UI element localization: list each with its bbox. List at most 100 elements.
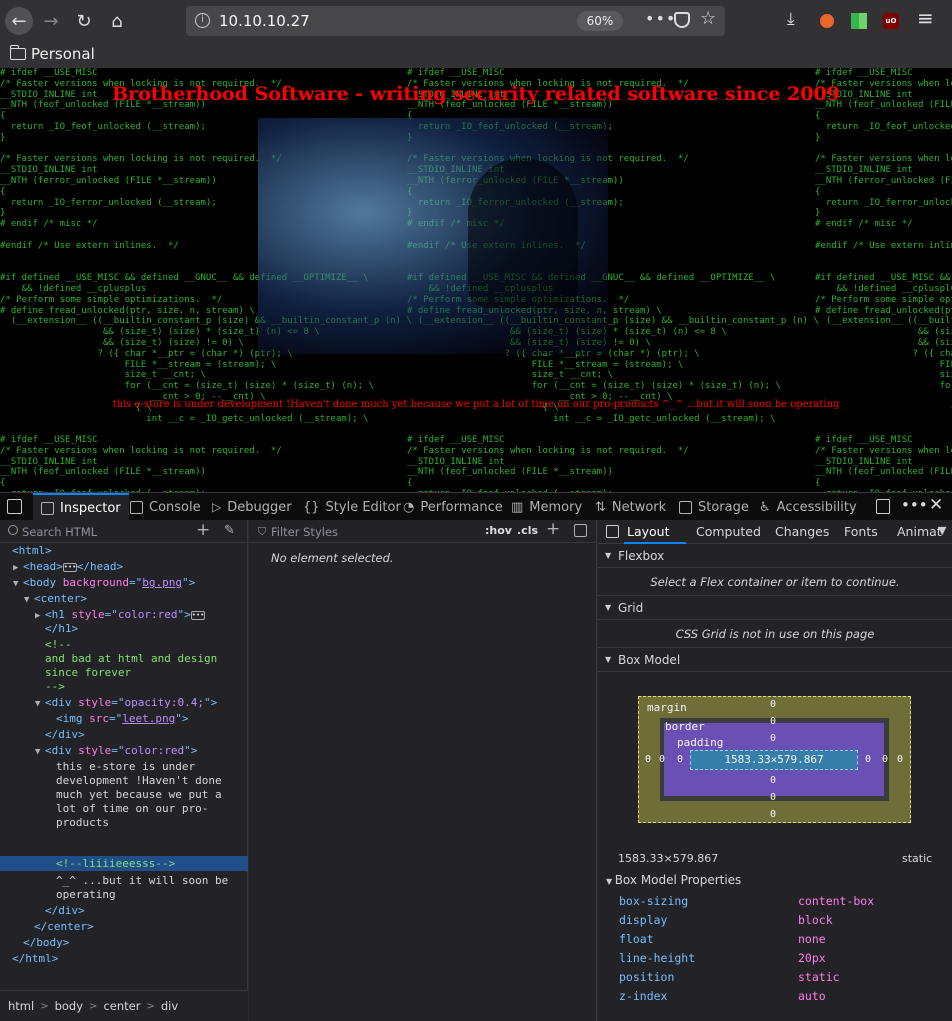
tab-network[interactable]: ⇅ Network bbox=[595, 493, 666, 521]
tree-node-div-close[interactable]: </div> bbox=[45, 904, 85, 918]
tree-node-comment[interactable]: <!-- bbox=[45, 638, 72, 652]
box-model-content[interactable]: 1583.33×579.867 bbox=[690, 750, 858, 770]
tree-node-body[interactable]: <body background="bg.png"> bbox=[23, 576, 195, 590]
download-icon[interactable]: ⤓ bbox=[787, 9, 795, 29]
foxyproxy-extension-icon[interactable] bbox=[820, 14, 834, 28]
add-rule-icon[interactable]: + bbox=[546, 519, 560, 539]
home-icon: ⌂ bbox=[111, 10, 123, 32]
page-heading: Brotherhood Software - writing security … bbox=[112, 83, 840, 105]
padding-left-value[interactable]: 0 bbox=[674, 754, 686, 765]
border-right-value[interactable]: 0 bbox=[879, 754, 891, 765]
split-panel-icon[interactable] bbox=[606, 525, 619, 538]
ublock-extension-icon[interactable]: uO bbox=[883, 13, 899, 29]
border-top-value[interactable]: 0 bbox=[767, 716, 779, 727]
sidebar-tabs: Layout Computed Changes Fonts Animat ▼ bbox=[598, 520, 952, 544]
tree-node-h1[interactable]: <h1 style="color:red">••• bbox=[45, 608, 205, 622]
cls-button[interactable]: .cls bbox=[517, 524, 538, 537]
collapse-arrow-icon[interactable]: ▼ bbox=[13, 577, 18, 591]
console-icon bbox=[130, 500, 143, 514]
tab-debugger[interactable]: ▷ Debugger bbox=[212, 493, 292, 521]
tab-computed[interactable]: Computed bbox=[696, 524, 761, 539]
expand-arrow-icon[interactable]: ▶ bbox=[13, 561, 18, 575]
collapsed-content-icon[interactable]: ••• bbox=[62, 562, 77, 572]
tree-node-text-line: lot of time on our pro- bbox=[56, 802, 209, 815]
hamburger-menu-icon[interactable]: ≡ bbox=[917, 6, 934, 30]
tree-node-div-opacity[interactable]: <div style="opacity:0.4;"> bbox=[45, 696, 217, 710]
reload-button[interactable]: ↻ bbox=[70, 7, 98, 35]
tree-node-text[interactable]: ^_^ ...but it will soon be bbox=[56, 874, 228, 888]
box-model-section-header[interactable]: Box Model bbox=[598, 648, 952, 672]
url-text[interactable]: 10.10.10.27 bbox=[219, 12, 310, 30]
tab-animations[interactable]: Animat bbox=[897, 524, 942, 539]
search-icon bbox=[8, 525, 18, 535]
tree-node-center-close[interactable]: </center> bbox=[34, 920, 94, 934]
chevron-down-icon[interactable]: ▼ bbox=[938, 524, 946, 537]
collapse-arrow-icon[interactable]: ▼ bbox=[24, 593, 29, 607]
tree-node-text[interactable]: this e-store is under bbox=[56, 760, 195, 774]
tree-node-div-close[interactable]: </div> bbox=[45, 728, 85, 742]
padding-top-value[interactable]: 0 bbox=[767, 733, 779, 744]
tab-layout[interactable]: Layout bbox=[627, 524, 670, 539]
margin-right-value[interactable]: 0 bbox=[894, 754, 906, 765]
bookmark-star-icon[interactable]: ☆ bbox=[700, 8, 716, 29]
tree-node-html[interactable]: <html> bbox=[12, 544, 52, 558]
search-html-input[interactable] bbox=[22, 523, 182, 540]
grid-section-header[interactable]: Grid bbox=[598, 596, 952, 620]
eyedropper-icon[interactable]: ✎ bbox=[224, 523, 235, 538]
tab-changes[interactable]: Changes bbox=[775, 524, 829, 539]
arrow-right-icon: → bbox=[43, 10, 59, 32]
margin-bottom-value[interactable]: 0 bbox=[767, 809, 779, 820]
back-button[interactable]: ← bbox=[5, 7, 33, 35]
info-icon[interactable]: i bbox=[195, 13, 210, 28]
url-bar[interactable]: i 10.10.10.27 60% ••• ☆ bbox=[186, 6, 725, 36]
tab-inspector[interactable]: Inspector bbox=[33, 493, 129, 521]
tree-node-head[interactable]: <head>•••</head> bbox=[23, 560, 123, 574]
bookmark-folder-personal[interactable]: Personal bbox=[9, 45, 95, 63]
tab-style-editor[interactable]: {} Style Editor bbox=[303, 493, 401, 521]
tab-fonts[interactable]: Fonts bbox=[844, 524, 878, 539]
collapse-arrow-icon[interactable]: ▼ bbox=[35, 745, 40, 759]
add-node-icon[interactable]: + bbox=[196, 520, 210, 540]
more-options-icon[interactable]: ••• bbox=[901, 496, 928, 514]
forward-button[interactable]: → bbox=[37, 7, 65, 35]
tab-storage[interactable]: Storage bbox=[679, 493, 749, 521]
tab-memory[interactable]: ▥ Memory bbox=[511, 493, 582, 521]
tab-performance[interactable]: ◔ Performance bbox=[403, 493, 503, 521]
breadcrumb-body[interactable]: body bbox=[55, 999, 83, 1013]
margin-top-value[interactable]: 0 bbox=[767, 699, 779, 710]
page-actions-icon[interactable]: ••• bbox=[645, 9, 676, 28]
expand-arrow-icon[interactable]: ▶ bbox=[35, 609, 40, 623]
border-left-value[interactable]: 0 bbox=[656, 754, 668, 765]
box-model-properties-header[interactable]: Box Model Properties bbox=[606, 873, 742, 887]
padding-bottom-value[interactable]: 0 bbox=[767, 775, 779, 786]
zoom-level-button[interactable]: 60% bbox=[577, 11, 623, 31]
collapsed-content-icon[interactable]: ••• bbox=[190, 610, 205, 620]
tab-console[interactable]: Console bbox=[130, 493, 201, 521]
tree-node-center[interactable]: <center> bbox=[34, 592, 87, 606]
collapse-arrow-icon[interactable]: ▼ bbox=[35, 697, 40, 711]
hov-button[interactable]: :hov bbox=[485, 524, 512, 537]
dock-side-icon[interactable] bbox=[876, 499, 890, 514]
border-bottom-value[interactable]: 0 bbox=[767, 792, 779, 803]
print-media-icon[interactable] bbox=[574, 524, 587, 537]
tree-node-h1-close[interactable]: </h1> bbox=[45, 622, 78, 636]
breadcrumb-div[interactable]: div bbox=[161, 999, 178, 1013]
reload-icon: ↻ bbox=[76, 10, 92, 32]
margin-left-value[interactable]: 0 bbox=[642, 754, 654, 765]
element-picker-icon[interactable] bbox=[7, 499, 22, 514]
flexbox-section-header[interactable]: Flexbox bbox=[598, 544, 952, 568]
breadcrumb-center[interactable]: center bbox=[103, 999, 140, 1013]
tree-node-div-color[interactable]: <div style="color:red"> bbox=[45, 744, 197, 758]
tree-node-html-close[interactable]: </html> bbox=[12, 952, 58, 966]
green-extension-icon[interactable] bbox=[851, 13, 867, 29]
tree-node-hidden-comment[interactable]: <!--liiiieeesss--> bbox=[56, 857, 175, 871]
breadcrumb-html[interactable]: html bbox=[8, 999, 34, 1013]
padding-right-value[interactable]: 0 bbox=[862, 754, 874, 765]
tree-node-body-close[interactable]: </body> bbox=[23, 936, 69, 950]
filter-styles-input[interactable] bbox=[271, 523, 451, 540]
pocket-icon[interactable] bbox=[674, 12, 690, 28]
tree-node-img[interactable]: <img src="leet.png"> bbox=[56, 712, 188, 726]
tab-accessibility[interactable]: ♿ Accessibility bbox=[759, 493, 857, 521]
home-button[interactable]: ⌂ bbox=[103, 7, 131, 35]
close-icon[interactable]: ✕ bbox=[929, 495, 943, 515]
